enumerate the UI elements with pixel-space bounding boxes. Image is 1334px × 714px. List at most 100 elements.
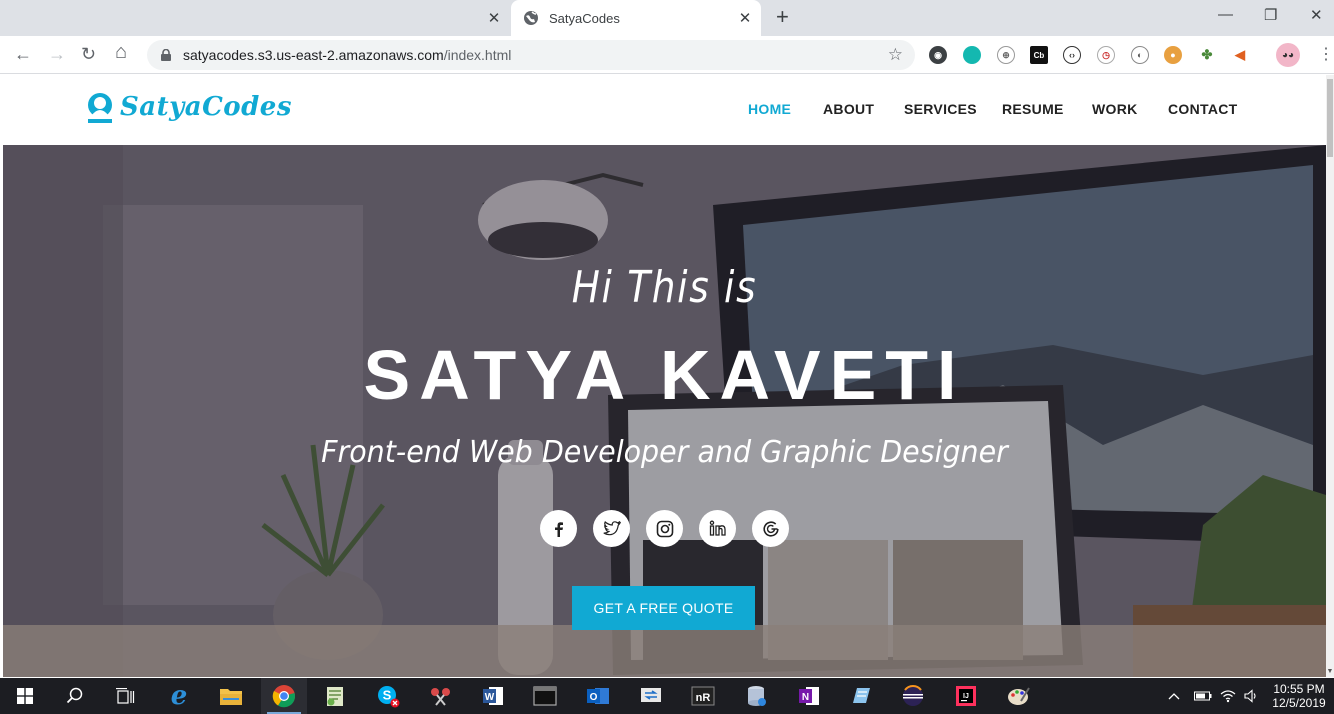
remote-desktop-icon (641, 688, 661, 702)
svg-text:N: N (802, 692, 809, 703)
google-icon[interactable] (752, 510, 789, 547)
bookmark-star-icon[interactable]: ☆ (888, 45, 903, 65)
onenote-icon: N (799, 687, 819, 705)
extension-clock-icon[interactable]: ◷ (1097, 46, 1115, 64)
linkedin-icon[interactable] (699, 510, 736, 547)
nav-services[interactable]: SERVICES (904, 101, 977, 117)
twitter-icon[interactable] (593, 510, 630, 547)
facebook-icon[interactable] (540, 510, 577, 547)
extension-web-icon[interactable]: ⊕ (997, 46, 1015, 64)
skype-icon: S (378, 686, 400, 708)
site-navbar: SatyaCodes HOME ABOUT SERVICES RESUME WO… (0, 75, 1326, 145)
nav-contact[interactable]: CONTACT (1168, 101, 1238, 117)
url-host: satyacodes.s3.us-east-2.amazonaws.com (183, 47, 444, 63)
tray-show-hidden-icon[interactable] (1168, 678, 1180, 714)
get-quote-button[interactable]: GET A FREE QUOTE (572, 586, 755, 630)
database-icon (748, 686, 766, 706)
taskbar-clock[interactable]: 10:55 PM 12/5/2019 (1268, 682, 1330, 710)
reload-button[interactable]: ↻ (81, 43, 96, 65)
extension-code-icon[interactable]: ‹› (1063, 46, 1081, 64)
extension-circle-icon[interactable]: ◐ (1131, 46, 1149, 64)
taskbar-notes[interactable] (838, 678, 884, 714)
maximize-button[interactable]: ❐ (1264, 6, 1277, 24)
taskbar-snipping[interactable] (418, 678, 464, 714)
chrome-icon (272, 685, 296, 708)
scrollbar-thumb[interactable] (1327, 79, 1333, 157)
svg-text:S: S (383, 688, 392, 703)
back-button[interactable]: ← (14, 43, 32, 65)
tab-previous[interactable]: ✕ (0, 0, 511, 36)
taskbar-remote-desktop[interactable] (628, 678, 674, 714)
taskbar-paint[interactable] (996, 678, 1042, 714)
svg-text:O: O (590, 692, 598, 703)
taskbar-word[interactable]: W (470, 678, 516, 714)
extension-cb-icon[interactable]: Cb (1030, 46, 1048, 64)
taskbar-rstudio[interactable]: nR (680, 678, 726, 714)
volume-icon[interactable] (1244, 678, 1260, 714)
taskbar-notepad[interactable] (312, 678, 358, 714)
window-close-button[interactable]: ✕ (1310, 6, 1323, 24)
taskbar-terminal[interactable] (522, 678, 568, 714)
taskbar-eclipse[interactable] (890, 678, 936, 714)
tab-close-button[interactable]: ✕ (737, 9, 753, 27)
hero-name: SATYA KAVETI (363, 336, 966, 414)
url-path: /index.html (443, 47, 512, 63)
logo-text: SatyaCodes (120, 92, 292, 122)
logo-person-icon (88, 93, 112, 123)
taskbar-onenote[interactable]: N (786, 678, 832, 714)
nav-work[interactable]: WORK (1092, 101, 1138, 117)
notepad-plus-icon (327, 687, 343, 706)
site-logo[interactable]: SatyaCodes (82, 89, 292, 125)
svg-text:W: W (485, 692, 495, 703)
taskbar-edge[interactable]: e (156, 678, 202, 714)
extension-megaphone-icon[interactable]: ◀ (1231, 46, 1249, 64)
start-button[interactable] (2, 678, 48, 714)
tab-title: SatyaCodes (549, 10, 620, 26)
extension-shield-icon[interactable]: ◉ (929, 46, 947, 64)
windows-logo-icon (17, 688, 33, 704)
notes-icon (853, 688, 870, 703)
task-view-icon (116, 688, 135, 704)
svg-text:nR: nR (696, 692, 711, 704)
website-viewport: SatyaCodes HOME ABOUT SERVICES RESUME WO… (0, 75, 1326, 677)
extension-teal-icon[interactable] (963, 46, 981, 64)
tab-satyacodes[interactable]: SatyaCodes ✕ (511, 0, 761, 36)
taskbar-skype[interactable]: S (365, 678, 411, 714)
instagram-icon[interactable] (646, 510, 683, 547)
minimize-button[interactable]: — (1218, 6, 1233, 23)
taskbar-database[interactable] (733, 678, 779, 714)
new-tab-button[interactable]: + (776, 5, 789, 29)
windows-taskbar: e S W O nR N IJ 10:55 PM 12/5/2019 (0, 678, 1334, 714)
taskbar-outlook[interactable]: O (575, 678, 621, 714)
address-bar[interactable]: satyacodes.s3.us-east-2.amazonaws.com/in… (147, 40, 915, 70)
wifi-icon[interactable] (1220, 678, 1236, 714)
taskbar-intellij[interactable]: IJ (943, 678, 989, 714)
folder-icon (220, 689, 242, 705)
nav-resume[interactable]: RESUME (1002, 101, 1064, 117)
search-button[interactable] (52, 678, 98, 714)
terminal-icon (533, 686, 557, 706)
extension-cookie-icon[interactable]: ● (1164, 46, 1182, 64)
scroll-down-arrow-icon[interactable]: ▼ (1326, 668, 1334, 675)
scissors-icon (431, 688, 450, 706)
social-links (3, 510, 1326, 547)
nav-home[interactable]: HOME (748, 101, 791, 117)
hero-tagline: Front-end Web Developer and Graphic Desi… (321, 435, 1008, 470)
forward-button[interactable]: → (48, 43, 66, 65)
internet-explorer-icon: e (170, 681, 188, 711)
tab-close-button[interactable]: ✕ (486, 9, 502, 27)
hero-greeting: Hi This is (571, 262, 758, 313)
browser-menu-icon[interactable]: ⋮ (1318, 44, 1334, 64)
battery-icon[interactable] (1194, 678, 1212, 714)
word-icon: W (483, 687, 503, 705)
home-button[interactable]: ⌂ (115, 41, 127, 63)
nav-about[interactable]: ABOUT (823, 101, 874, 117)
task-view-button[interactable] (102, 678, 148, 714)
taskbar-file-explorer[interactable] (208, 678, 254, 714)
profile-avatar[interactable]: ◕◕ (1276, 43, 1300, 67)
globe-icon (524, 11, 538, 25)
taskbar-chrome[interactable] (261, 678, 307, 714)
palette-icon (1008, 687, 1030, 705)
page-scrollbar[interactable]: ▼ (1326, 75, 1334, 677)
extension-puzzle-icon[interactable]: ✤ (1198, 46, 1216, 64)
